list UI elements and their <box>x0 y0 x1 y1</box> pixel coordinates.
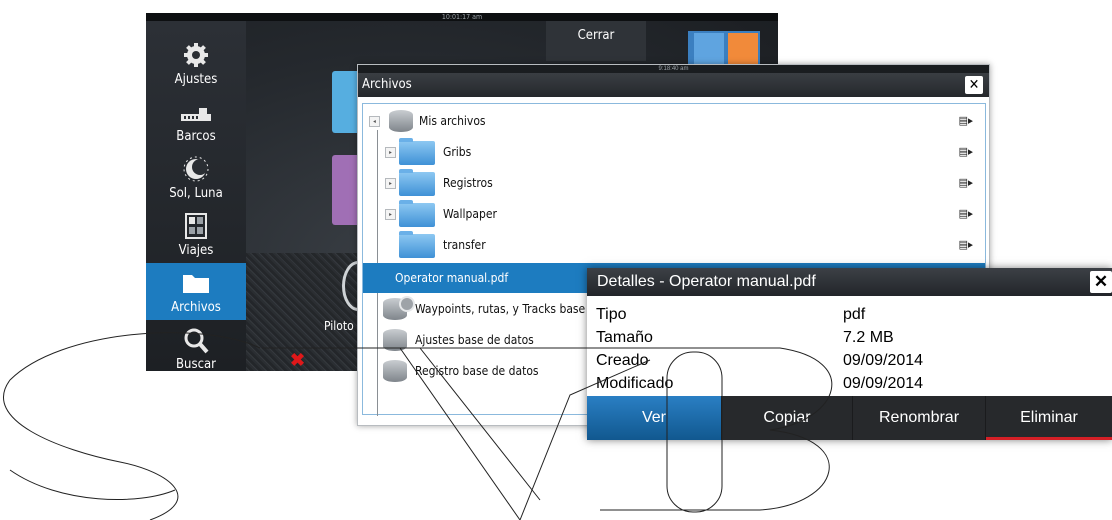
tree-row-wallpaper[interactable]: ▸ Wallpaper ▤▸ <box>363 199 985 229</box>
tree-row-mis-archivos[interactable]: ◂ Mis archivos ▤▸ <box>363 106 985 136</box>
sidebar-item-ajustes[interactable]: Ajustes <box>146 35 246 92</box>
close-icon[interactable]: ✕ <box>965 76 983 94</box>
field-label-creado: Creado <box>596 352 649 369</box>
close-icon[interactable]: ✕ <box>1090 271 1112 293</box>
field-value-tipo: pdf <box>843 306 866 323</box>
autopilot-label: Piloto <box>324 319 354 333</box>
search-icon <box>184 328 209 354</box>
options-menu-icon[interactable]: ▤▸ <box>959 145 973 158</box>
options-menu-icon[interactable]: ▤▸ <box>959 238 973 251</box>
database-icon <box>389 110 413 132</box>
details-button-bar: Ver Copiar Renombrar Eliminar <box>587 396 1112 440</box>
sidebar: Ajustes Barcos Sol, Luna Viajes Archivos… <box>146 21 246 371</box>
database-icon <box>383 360 407 382</box>
dialog-header: Archivos ✕ <box>358 73 989 97</box>
sidebar-item-archivos[interactable]: Archivos <box>146 263 246 320</box>
field-value-tamano: 7.2 MB <box>843 329 894 346</box>
chart-app-icon[interactable] <box>694 33 724 67</box>
field-value-creado: 09/09/2014 <box>843 352 924 369</box>
folder-icon <box>399 200 435 227</box>
field-label-tipo: Tipo <box>596 306 627 323</box>
tree-row-gribs[interactable]: ▸ Gribs ▤▸ <box>363 137 985 167</box>
view-button[interactable]: Ver <box>587 396 722 440</box>
ship-icon <box>181 108 211 121</box>
options-menu-icon[interactable]: ▤▸ <box>959 207 973 220</box>
collapse-icon[interactable]: ◂ <box>369 116 380 127</box>
gear-icon <box>184 43 208 67</box>
tree-item-label: transfer <box>443 238 486 252</box>
details-title: Detalles - Operator manual.pdf <box>597 273 816 290</box>
sidebar-item-label: Viajes <box>178 243 214 258</box>
rename-button[interactable]: Renombrar <box>853 396 986 440</box>
sun-moon-icon <box>183 156 209 182</box>
expand-icon[interactable]: ▸ <box>385 209 396 220</box>
tree-item-label: Registro base de datos <box>415 364 539 378</box>
sidebar-item-buscar[interactable]: Buscar <box>146 320 246 371</box>
folder-icon <box>183 275 209 293</box>
field-value-modificado: 09/09/2014 <box>843 375 924 392</box>
field-label-modificado: Modificado <box>596 375 674 392</box>
dialog-clock: 9:18:40 am <box>358 65 989 73</box>
tree-item-label: Mis archivos <box>419 114 486 128</box>
sidebar-item-label: Buscar <box>176 357 216 371</box>
details-header: Detalles - Operator manual.pdf ✕ <box>587 268 1112 296</box>
folder-icon <box>399 138 435 165</box>
database-badge-icon <box>399 296 415 312</box>
sidebar-item-barcos[interactable]: Barcos <box>146 92 246 149</box>
copy-button[interactable]: Copiar <box>722 396 853 440</box>
sidebar-item-label: Sol, Luna <box>169 186 223 201</box>
trip-calculator-icon <box>185 213 207 239</box>
sidebar-item-label: Archivos <box>171 300 221 315</box>
sidebar-item-sol-luna[interactable]: Sol, Luna <box>146 149 246 206</box>
sidebar-item-label: Ajustes <box>174 72 218 87</box>
field-label-tamano: Tamaño <box>596 329 653 346</box>
tree-item-label: Gribs <box>443 145 472 159</box>
details-dialog: Detalles - Operator manual.pdf ✕ Tipo pd… <box>587 268 1112 440</box>
tree-row-registros[interactable]: ▸ Registros ▤▸ <box>363 168 985 198</box>
tree-row-transfer[interactable]: transfer ▤▸ <box>363 230 985 260</box>
status-clock: 10:01:17 am <box>146 13 778 21</box>
sidebar-item-label: Barcos <box>176 129 216 144</box>
folder-icon <box>399 231 435 258</box>
tools-app-icon[interactable] <box>728 33 758 67</box>
dialog-title: Archivos <box>362 77 412 92</box>
alarm-x-icon: ✖ <box>290 350 306 370</box>
options-menu-icon[interactable]: ▤▸ <box>959 114 973 127</box>
expand-icon[interactable]: ▸ <box>385 147 396 158</box>
tree-item-label: Wallpaper <box>443 207 497 221</box>
tree-item-label: Operator manual.pdf <box>395 271 509 285</box>
database-gear-icon <box>383 329 407 351</box>
expand-icon[interactable]: ▸ <box>385 178 396 189</box>
delete-button[interactable]: Eliminar <box>986 396 1112 440</box>
options-menu-icon[interactable]: ▤▸ <box>959 176 973 189</box>
tree-item-label: Registros <box>443 176 493 190</box>
sidebar-item-viajes[interactable]: Viajes <box>146 206 246 263</box>
close-button[interactable]: Cerrar <box>546 21 646 61</box>
folder-icon <box>399 169 435 196</box>
tree-item-label: Ajustes base de datos <box>415 333 534 347</box>
